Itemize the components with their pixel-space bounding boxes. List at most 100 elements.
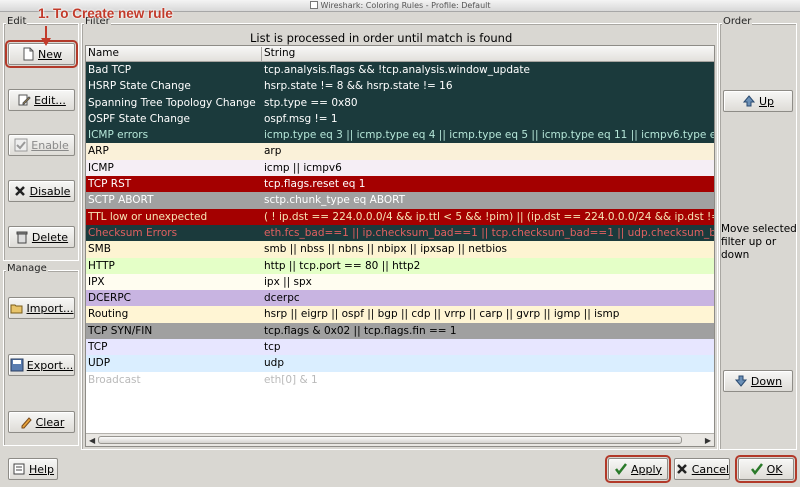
rule-name: Spanning Tree Topology Change bbox=[88, 96, 256, 109]
help-icon bbox=[12, 462, 26, 476]
delete-button-label: Delete bbox=[31, 230, 69, 244]
cancel-button[interactable]: Cancel bbox=[674, 458, 730, 480]
rule-string: ipx || spx bbox=[264, 275, 312, 288]
rule-row[interactable]: TCP RST tcp.flags.reset eq 1 bbox=[86, 176, 714, 193]
export-button[interactable]: Export... bbox=[8, 354, 75, 376]
rule-name: Routing bbox=[88, 308, 129, 321]
rule-row[interactable]: Spanning Tree Topology Change stp.type ==… bbox=[86, 94, 714, 111]
cancel-button-label: Cancel bbox=[691, 462, 729, 476]
rule-name: SCTP ABORT bbox=[88, 194, 154, 207]
rule-row[interactable]: OSPF State Change ospf.msg != 1 bbox=[86, 110, 714, 128]
rule-row[interactable]: Checksum Errors eth.fcs_bad==1 || ip.chec… bbox=[86, 224, 714, 242]
apply-button-label: Apply bbox=[630, 462, 663, 476]
rule-row[interactable]: HTTP http || tcp.port == 80 || http2 bbox=[86, 257, 714, 274]
rule-name: Broadcast bbox=[88, 373, 141, 386]
up-arrow-icon bbox=[742, 94, 756, 108]
rule-row[interactable]: TCP SYN/FIN tcp.flags & 0x02 || tcp.flags… bbox=[86, 322, 714, 340]
rule-string: ( ! ip.dst == 224.0.0.0/4 && ip.ttl < 5 … bbox=[264, 210, 714, 223]
enable-button-label: Enable bbox=[31, 138, 69, 152]
rule-string: hsrp || eigrp || ospf || bgp || cdp || v… bbox=[264, 308, 620, 321]
rule-row[interactable]: IPX ipx || spx bbox=[86, 273, 714, 291]
column-header-name[interactable]: Name bbox=[88, 46, 119, 61]
ok-check-icon bbox=[750, 462, 764, 476]
coloring-rules-list[interactable]: Name String Bad TCP tcp.analysis.flags &&… bbox=[85, 45, 715, 447]
save-icon bbox=[10, 358, 24, 372]
new-button-label: New bbox=[38, 47, 62, 61]
rule-string: tcp bbox=[264, 341, 281, 354]
rule-name: IPX bbox=[88, 275, 105, 288]
horizontal-scrollbar[interactable]: ◀ ▶ bbox=[86, 433, 714, 446]
rule-string: stp.type == 0x80 bbox=[264, 96, 358, 109]
help-button[interactable]: Help bbox=[8, 458, 58, 480]
rule-string: sctp.chunk_type eq ABORT bbox=[264, 194, 406, 207]
clear-button-label: Clear bbox=[35, 415, 65, 429]
edit-button[interactable]: Edit... bbox=[8, 89, 75, 111]
rule-string: http || tcp.port == 80 || http2 bbox=[264, 259, 421, 272]
rule-row[interactable]: DCERPC dcerpc bbox=[86, 290, 714, 307]
disable-button[interactable]: Disable bbox=[8, 180, 75, 202]
enable-button[interactable]: Enable bbox=[8, 134, 75, 156]
rule-name: ICMP errors bbox=[88, 129, 149, 142]
rule-string: eth[0] & 1 bbox=[264, 373, 318, 386]
cancel-icon bbox=[675, 462, 689, 476]
down-button[interactable]: Down bbox=[723, 370, 793, 392]
import-button-label: Import... bbox=[26, 301, 74, 315]
rule-name: Checksum Errors bbox=[88, 226, 178, 239]
rule-string: dcerpc bbox=[264, 292, 300, 305]
rule-row[interactable]: SMB smb || nbss || nbns || nbipx || ipxsa… bbox=[86, 241, 714, 258]
wireshark-icon bbox=[309, 1, 318, 9]
list-caption: List is processed in order until match i… bbox=[250, 31, 513, 45]
rule-row[interactable]: ICMP icmp || icmpv6 bbox=[86, 159, 714, 177]
rule-string: tcp.flags & 0x02 || tcp.flags.fin == 1 bbox=[264, 324, 457, 337]
rule-row[interactable]: SCTP ABORT sctp.chunk_type eq ABORT bbox=[86, 192, 714, 209]
rule-row[interactable]: TTL low or unexpected ( ! ip.dst == 224.0… bbox=[86, 208, 714, 225]
scroll-left-icon[interactable]: ◀ bbox=[89, 436, 95, 445]
rule-name: SMB bbox=[88, 243, 111, 256]
new-button[interactable]: New bbox=[5, 40, 78, 68]
rule-row[interactable]: Bad TCP tcp.analysis.flags && !tcp.analys… bbox=[86, 62, 714, 79]
rule-row[interactable]: HSRP State Change hsrp.state != 8 && hsrp… bbox=[86, 78, 714, 95]
rule-string: ospf.msg != 1 bbox=[264, 112, 338, 125]
column-separator bbox=[261, 47, 262, 61]
scrollbar-thumb[interactable] bbox=[98, 436, 682, 444]
up-button[interactable]: Up bbox=[723, 90, 793, 112]
rule-string: tcp.flags.reset eq 1 bbox=[264, 178, 366, 191]
rule-name: Bad TCP bbox=[88, 64, 132, 76]
delete-button[interactable]: Delete bbox=[8, 226, 75, 248]
ok-button[interactable]: OK bbox=[735, 455, 797, 483]
export-button-label: Export... bbox=[26, 358, 74, 372]
list-header: Name String bbox=[86, 46, 714, 62]
rule-string: tcp.analysis.flags && !tcp.analysis.wind… bbox=[264, 64, 531, 76]
rule-name: TTL low or unexpected bbox=[88, 210, 208, 223]
scroll-right-icon[interactable]: ▶ bbox=[705, 436, 711, 445]
rule-string: icmp.type eq 3 || icmp.type eq 4 || icmp… bbox=[264, 129, 714, 142]
rule-row[interactable]: UDP udp bbox=[86, 355, 714, 372]
apply-button[interactable]: Apply bbox=[605, 455, 671, 483]
rule-row[interactable]: Routing hsrp || eigrp || ospf || bgp || c… bbox=[86, 306, 714, 323]
edit-group-label: Edit bbox=[6, 16, 28, 27]
rule-name: ARP bbox=[88, 145, 109, 158]
disable-button-label: Disable bbox=[29, 184, 71, 198]
rule-string: icmp || icmpv6 bbox=[264, 161, 342, 174]
rule-name: HTTP bbox=[88, 259, 115, 272]
down-button-label: Down bbox=[750, 374, 783, 388]
rule-string: udp bbox=[264, 357, 284, 370]
rule-name: ICMP bbox=[88, 161, 114, 174]
order-hint-text: Move selected filter up or down bbox=[721, 223, 797, 261]
rule-string: smb || nbss || nbns || nbipx || ipxsap |… bbox=[264, 243, 508, 256]
ok-button-label: OK bbox=[766, 462, 783, 476]
down-arrow-icon bbox=[734, 374, 748, 388]
import-button[interactable]: Import... bbox=[8, 297, 75, 319]
rule-row[interactable]: ICMP errors icmp.type eq 3 || icmp.type e… bbox=[86, 127, 714, 144]
clear-icon bbox=[19, 415, 33, 429]
column-header-string[interactable]: String bbox=[264, 46, 295, 61]
rule-name: HSRP State Change bbox=[88, 80, 191, 93]
rule-row[interactable]: ARP arp bbox=[86, 143, 714, 160]
list-rows: Bad TCP tcp.analysis.flags && !tcp.analys… bbox=[86, 62, 714, 388]
trash-icon bbox=[15, 230, 29, 244]
manage-group-label: Manage bbox=[6, 263, 48, 274]
clear-button[interactable]: Clear bbox=[8, 411, 75, 433]
rule-row[interactable]: TCP tcp bbox=[86, 339, 714, 356]
rule-row[interactable]: Broadcast eth[0] & 1 bbox=[86, 371, 714, 388]
order-group-label: Order bbox=[722, 16, 753, 27]
